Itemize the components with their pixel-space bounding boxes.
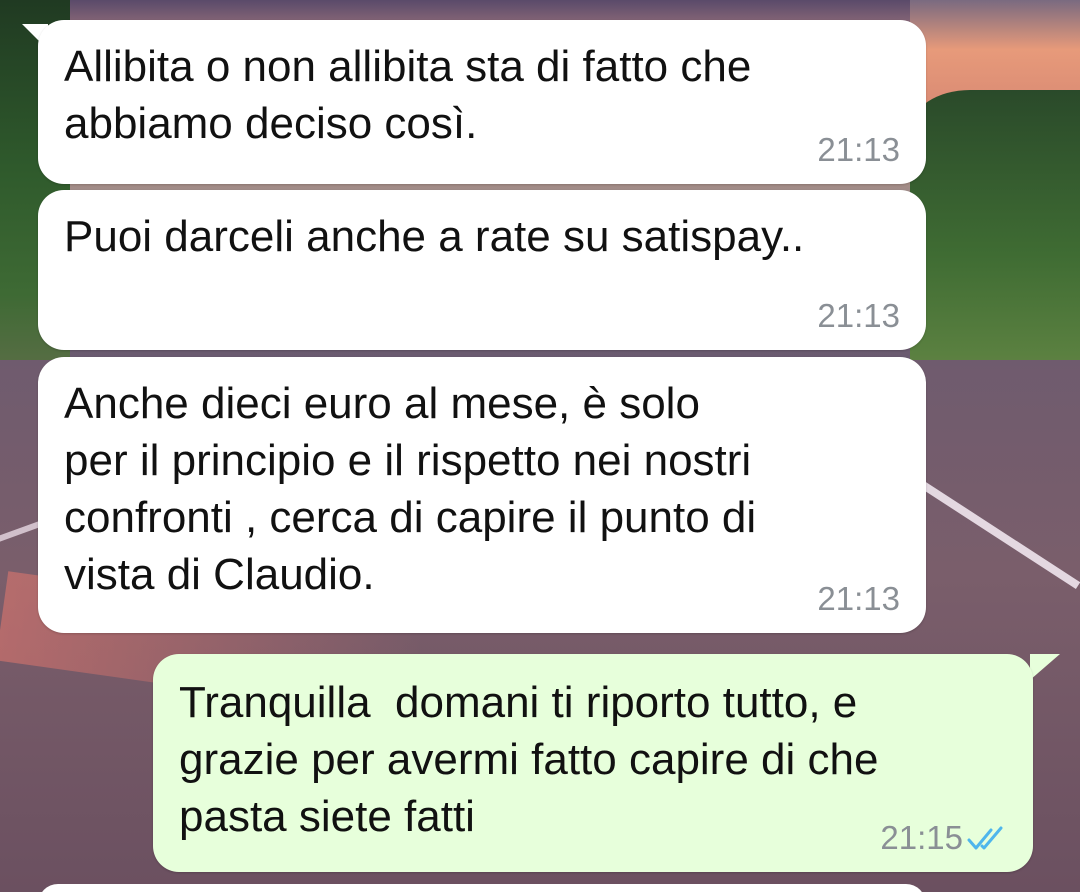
outgoing-bubble-tail [1030,654,1060,680]
message-timestamp: 21:13 [817,297,900,334]
double-check-read-icon [967,826,1003,850]
message-bubble-incoming[interactable]: Allibita o non allibita sta di fatto che… [38,20,926,184]
message-timestamp: 21:13 [817,131,900,168]
message-timestamp: 21:15 [880,819,963,856]
message-text: Allibita o non allibita sta di fatto che… [64,42,752,148]
message-text: Tranquilla domani ti riporto tutto, e gr… [179,678,879,841]
message-bubble-incoming[interactable]: Anche dieci euro al mese, è solo per il … [38,357,926,633]
message-timestamp: 21:13 [817,580,900,617]
message-text: Anche dieci euro al mese, è solo per il … [64,379,757,599]
message-bubble-incoming[interactable]: Puoi darceli anche a rate su satispay.. … [38,190,926,350]
next-message-bubble-edge [38,884,926,892]
message-bubble-outgoing[interactable]: Tranquilla domani ti riporto tutto, e gr… [153,654,1033,872]
message-text: Puoi darceli anche a rate su satispay.. [64,212,805,261]
